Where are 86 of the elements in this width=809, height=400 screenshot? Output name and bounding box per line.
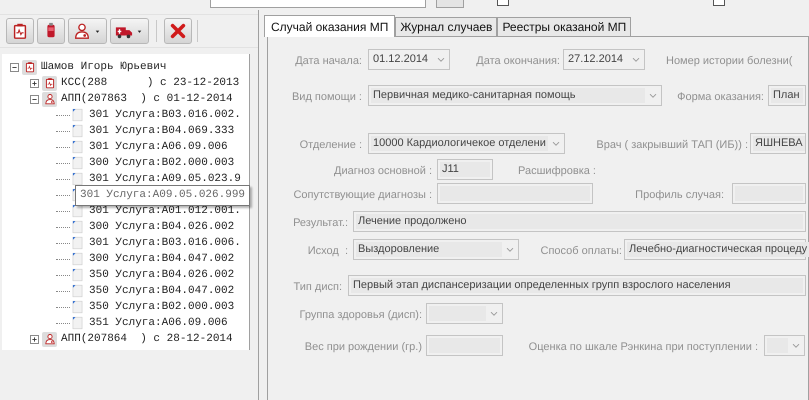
tree-item[interactable]: Шамов Игорь Юрьевич <box>41 58 166 76</box>
document-icon <box>71 267 84 283</box>
field-label: Номер истории болезни( <box>666 54 794 69</box>
dropdown-field[interactable] <box>426 303 503 324</box>
tree-item[interactable]: 350 Услуга:B04.026.002 <box>89 266 234 284</box>
doctor-icon <box>44 333 56 345</box>
field-label: Исход : <box>306 244 348 259</box>
tree-item[interactable]: 300 Услуга:B04.047.002 <box>89 250 234 268</box>
field-label: Дата начала: <box>294 54 362 69</box>
field-label: Отделение : <box>298 138 362 153</box>
close-icon <box>169 22 187 40</box>
tree-item[interactable]: 301 Услуга:A06.09.006 <box>89 138 228 156</box>
doctor-icon <box>44 93 56 105</box>
input-field[interactable] <box>732 183 806 204</box>
dropdown-button[interactable] <box>68 18 107 44</box>
plus-icon <box>31 80 38 86</box>
expander-icon[interactable] <box>30 94 39 104</box>
tab[interactable]: Реестры оказаной МП <box>497 17 632 36</box>
tree-item[interactable]: 351 Услуга:A06.09.006 <box>89 314 228 332</box>
document-icon <box>71 203 84 219</box>
tree-item[interactable]: 300 Услуга:B04.026.002 <box>89 218 234 236</box>
date-picker[interactable]: 01.12.2014 <box>368 49 450 70</box>
field-label: Оценка по шкале Рэнкина при поступлении : <box>528 340 758 355</box>
field-label: Вид помощи : <box>290 90 362 105</box>
field-label: Способ оплаты: <box>540 244 622 259</box>
tree-item[interactable]: 300 Услуга:B02.000.003 <box>89 154 234 172</box>
document-icon <box>71 107 84 123</box>
tooltip: 301 Услуга:A09.05.026.999 <box>75 185 250 206</box>
document-icon <box>71 139 84 155</box>
field-label: Вес при рождении (гр.) <box>304 340 422 355</box>
document-icon <box>71 283 84 299</box>
input-field[interactable]: ЯШНЕВА <box>750 133 806 154</box>
tab[interactable]: Журнал случаев <box>395 17 498 36</box>
dropdown-field[interactable]: Выздоровление <box>353 239 519 260</box>
field-label: Форма оказания: <box>676 90 764 105</box>
toolbar-button[interactable] <box>6 18 34 44</box>
input-field[interactable] <box>426 335 503 356</box>
expander-icon[interactable] <box>30 78 39 88</box>
clipboard-icon <box>11 22 29 40</box>
tree-item[interactable]: АПП(207863 ) с 01-12-2014 <box>61 90 233 108</box>
tab[interactable]: Случай оказания МП <box>264 15 396 37</box>
document-icon <box>71 219 84 235</box>
field-label: Тип дисп: <box>292 280 342 295</box>
field-label: Сопутствующие диагнозы : <box>292 188 432 203</box>
input-field[interactable]: Лечение продолжено <box>353 211 806 232</box>
plus-icon <box>31 336 38 342</box>
field-label: Результат.: <box>292 216 348 231</box>
dropdown-field[interactable]: 10000 Кардиологичекое отделени <box>368 133 565 154</box>
date-picker[interactable]: 27.12.2014 <box>563 49 645 70</box>
tree-item[interactable]: 301 Услуга:B04.069.333 <box>89 122 234 140</box>
dropdown-field[interactable]: Первичная медико-санитарная помощь <box>368 85 662 106</box>
input-field[interactable]: J11 <box>437 159 493 180</box>
input-field[interactable]: Первый этап диспансеризации определенных групп взрослого населения <box>348 275 806 296</box>
document-icon <box>71 171 84 187</box>
tree-item[interactable]: 350 Услуга:B04.047.002 <box>89 282 234 300</box>
dropdown-field[interactable] <box>764 335 805 356</box>
tree-item[interactable]: 301 Услуга:A09.05.023.9 <box>89 170 241 188</box>
field-label: Врач ( закрывший ТАП (ИБ)) : <box>595 138 748 153</box>
tree-item[interactable]: 301 Услуга:A01.012.001. <box>89 202 241 220</box>
field-label: Диагноз основной : <box>333 164 432 179</box>
clipboard-icon <box>24 61 36 73</box>
dropdown-button[interactable] <box>110 18 149 44</box>
input-field[interactable] <box>437 183 593 204</box>
toolbar-button[interactable] <box>37 18 65 44</box>
field-label: Профиль случая: <box>634 188 724 203</box>
expander-icon[interactable] <box>30 334 39 344</box>
document-icon <box>71 123 84 139</box>
expander-icon[interactable] <box>10 62 19 72</box>
document-icon <box>71 299 84 315</box>
document-icon <box>71 315 84 331</box>
tree-item[interactable]: 301 Услуга:B03.016.006. <box>89 234 241 252</box>
document-icon <box>71 155 84 171</box>
field-label: Дата окончания: <box>475 54 560 69</box>
field-label: Группа здоровья (дисп): <box>298 308 422 323</box>
tree-item[interactable]: АПП(207864 ) с 28-12-2014 <box>61 330 233 348</box>
clipboard-icon <box>44 77 56 89</box>
toolbar-button[interactable] <box>164 18 192 44</box>
input-field[interactable]: План <box>768 85 806 106</box>
field-label: Расшифровка : <box>517 164 596 179</box>
input-field[interactable]: Лечебно-диагностическая процеду <box>624 239 806 260</box>
document-icon <box>71 235 84 251</box>
tree-item[interactable]: 350 Услуга:B02.000.003 <box>89 298 234 316</box>
tree-item[interactable]: КСС(288 ) с 23-12-2013 <box>61 74 240 92</box>
doctor-icon <box>73 22 91 40</box>
document-icon <box>71 251 84 267</box>
tree-item[interactable]: 301 Услуга:B03.016.002. <box>89 106 241 124</box>
